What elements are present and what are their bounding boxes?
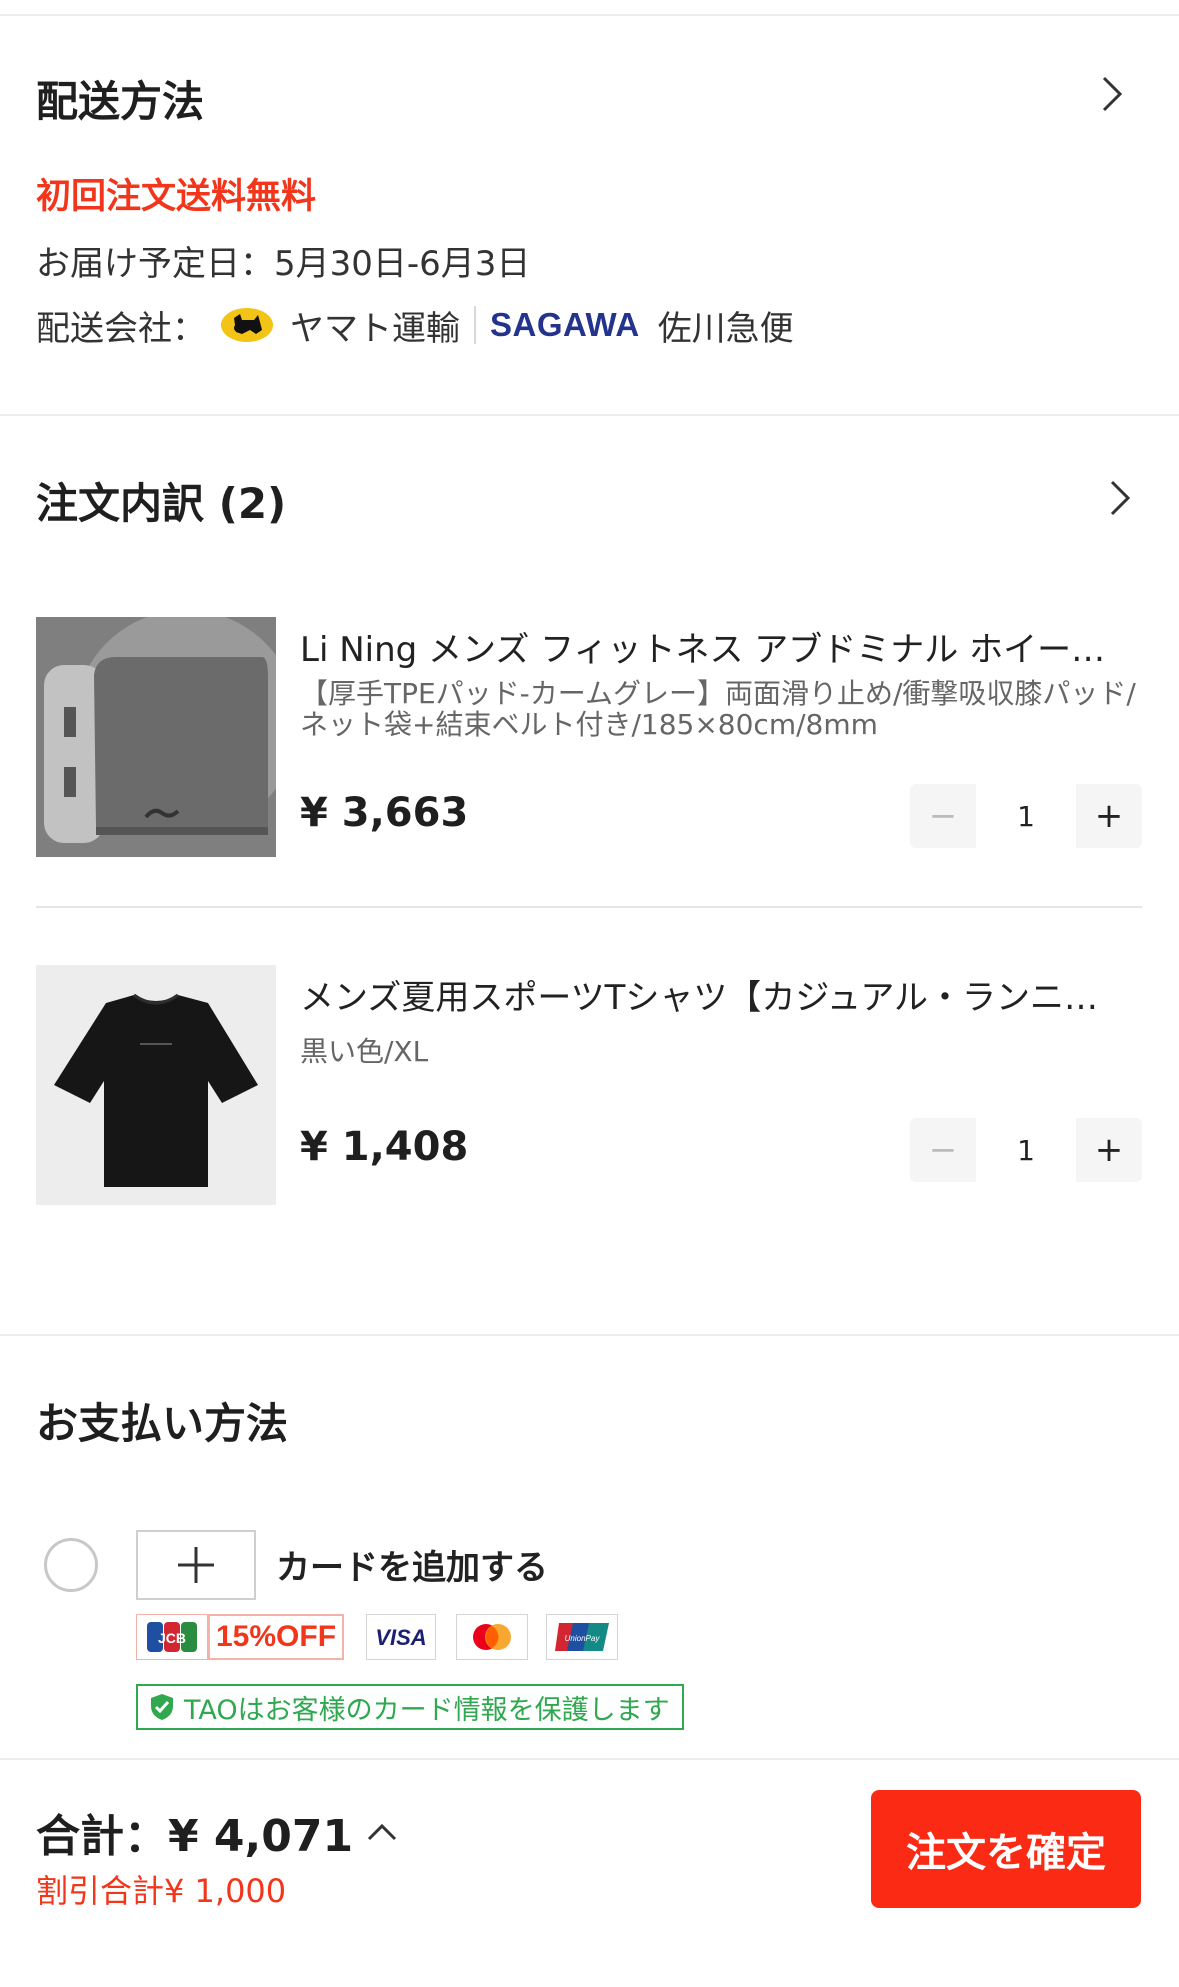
jcb-logo-icon: JCB — [136, 1614, 208, 1660]
add-card-button[interactable] — [136, 1530, 256, 1600]
total-amount: 合計：¥ 4,071 — [36, 1811, 354, 1862]
shipping-title: 配送方法 — [36, 77, 205, 126]
top-divider — [0, 14, 1179, 16]
payment-radio[interactable] — [44, 1538, 98, 1592]
yamato-cat-logo-icon — [221, 308, 273, 342]
secure-text: TAOはお客様のカード情報を保護します — [184, 1694, 670, 1726]
chevron-right-icon[interactable] — [1100, 478, 1140, 518]
section-divider — [0, 1334, 1179, 1336]
plus-icon — [178, 1547, 214, 1583]
confirm-order-button[interactable]: 注文を確定 — [871, 1790, 1141, 1908]
carrier-label: 配送会社： — [36, 308, 206, 349]
quantity-stepper: − 1 + — [910, 784, 1142, 848]
svg-text:UnionPay: UnionPay — [565, 1634, 601, 1643]
chevron-right-icon[interactable] — [1092, 74, 1132, 114]
quantity-value[interactable]: 1 — [976, 784, 1076, 848]
svg-text:JCB: JCB — [158, 1630, 186, 1646]
item-divider — [36, 906, 1142, 908]
increase-quantity-button[interactable]: + — [1076, 784, 1142, 848]
add-card-label[interactable]: カードを追加する — [276, 1540, 548, 1589]
decrease-quantity-button[interactable]: − — [910, 1118, 976, 1182]
order-total[interactable]: 合計：¥ 4,071 — [36, 1800, 399, 1864]
jcb-discount-badge: 15%OFF — [208, 1614, 344, 1660]
decrease-quantity-button[interactable]: − — [910, 784, 976, 848]
quantity-stepper: − 1 + — [910, 1118, 1142, 1182]
visa-logo-icon: VISA — [366, 1614, 436, 1660]
delivery-eta: お届け予定日：5月30日-6月3日 — [36, 244, 531, 284]
carrier-row: 配送会社： ヤマト運輸 SAGAWA 佐川急便 — [36, 300, 794, 350]
chevron-up-icon[interactable] — [365, 1815, 399, 1849]
carrier-sagawa: 佐川急便 — [657, 308, 794, 349]
sagawa-logo: SAGAWA — [490, 306, 640, 343]
payment-title: お支払い方法 — [36, 1399, 289, 1448]
product-price: ¥ 3,663 — [300, 790, 469, 836]
increase-quantity-button[interactable]: + — [1076, 1118, 1142, 1182]
shield-check-icon — [151, 1694, 173, 1720]
product-image-yoga-mat[interactable] — [36, 617, 276, 857]
carrier-yamato: ヤマト運輸 — [290, 308, 460, 349]
section-divider — [0, 414, 1179, 416]
product-variant: 【厚手TPEパッド-カームグレー】両面滑り止め/衝撃吸収膝パッド/ネット袋+結束… — [300, 677, 1136, 741]
footer-divider — [0, 1758, 1179, 1760]
product-variant: 黒い色/XL — [300, 1035, 429, 1068]
unionpay-logo-icon: UnionPay — [546, 1614, 618, 1660]
product-price: ¥ 1,408 — [300, 1124, 469, 1170]
product-image-tshirt[interactable] — [36, 965, 276, 1205]
order-title: 注文内訳 (2) — [36, 479, 287, 528]
product-title[interactable]: メンズ夏用スポーツTシャツ【カジュアル・ランニング… — [300, 970, 1110, 1019]
quantity-value[interactable]: 1 — [976, 1118, 1076, 1182]
card-security-notice: TAOはお客様のカード情報を保護します — [136, 1684, 684, 1730]
product-title[interactable]: Li Ning メンズ フィットネス アブドミナル ホイール… — [300, 622, 1110, 671]
discount-total: 割引合計¥ 1,000 — [36, 1872, 287, 1910]
carrier-separator — [474, 306, 476, 344]
free-shipping-notice: 初回注文送料無料 — [36, 177, 317, 217]
svg-text:VISA: VISA — [375, 1625, 426, 1650]
mastercard-logo-icon — [456, 1614, 528, 1660]
